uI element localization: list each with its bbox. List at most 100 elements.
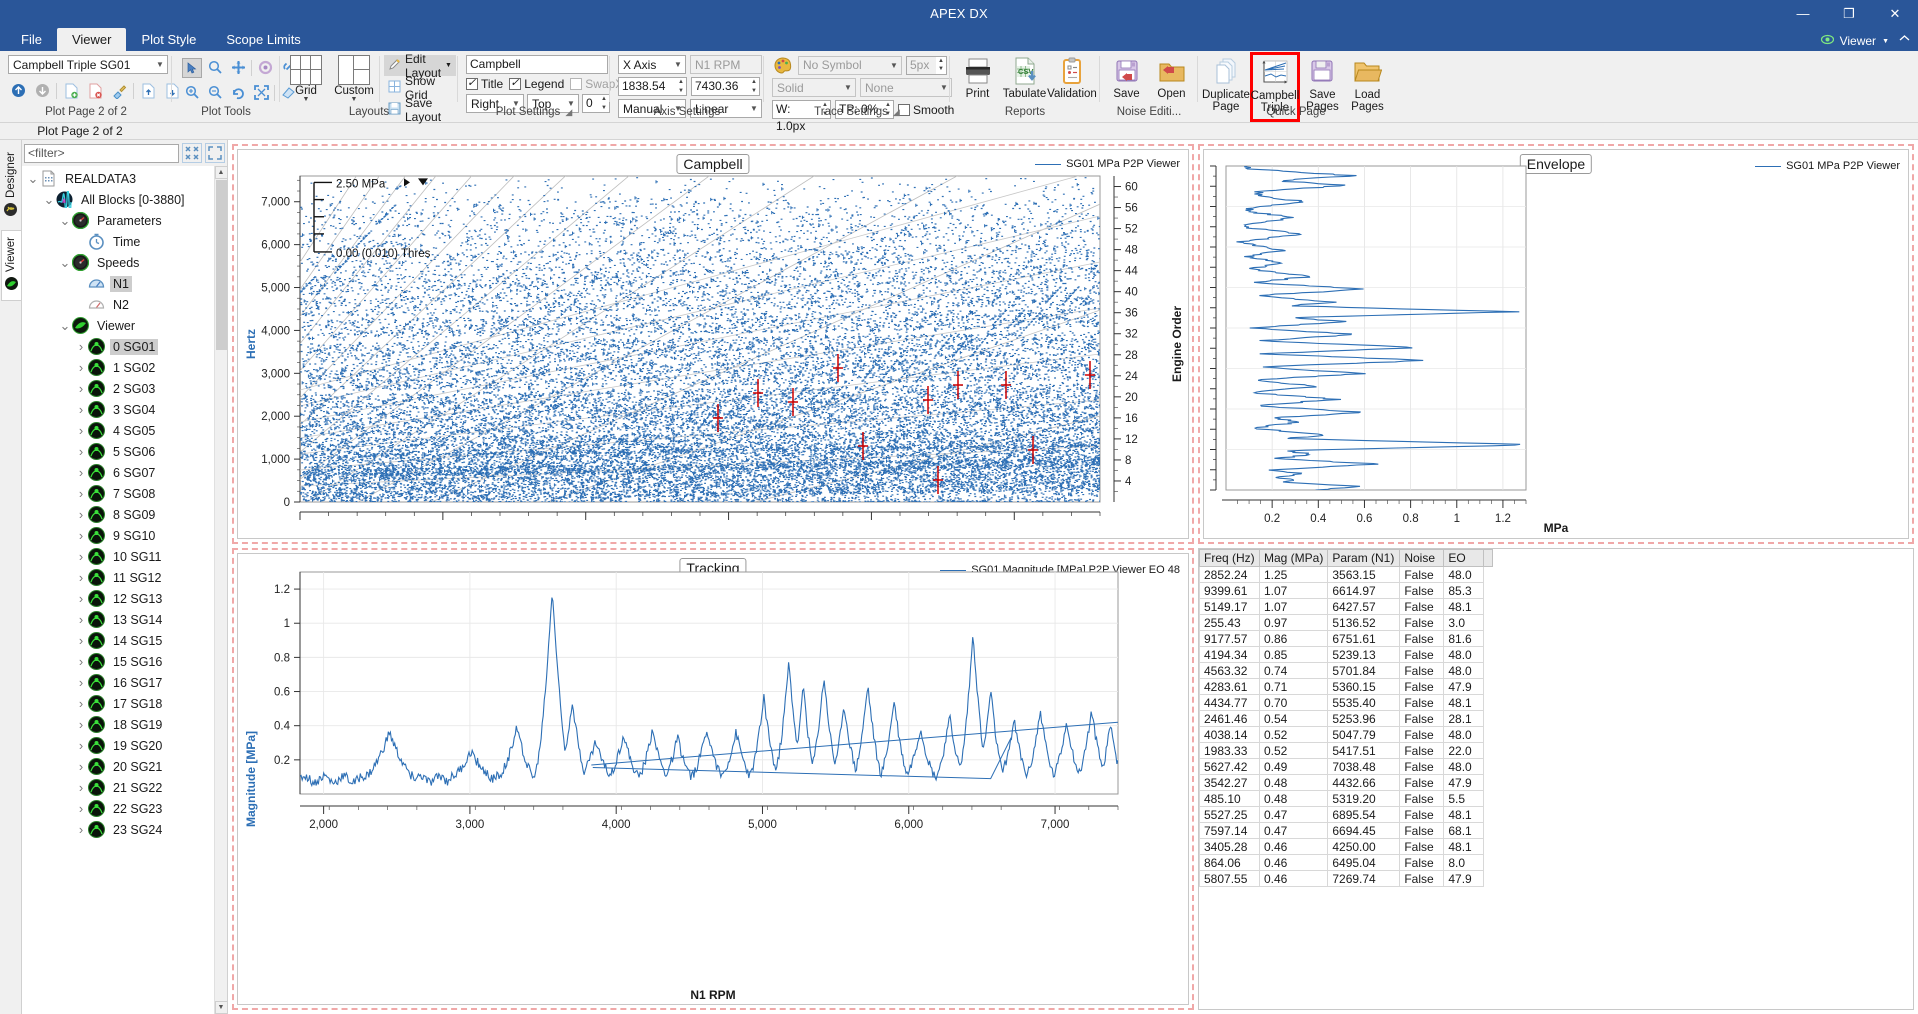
table-row[interactable]: 4434.77 0.70 5535.40 False 48.1	[1199, 694, 1493, 711]
chevron-right-icon[interactable]: ›	[74, 801, 88, 816]
zoom-in-icon[interactable]	[182, 83, 202, 103]
menu-tab-file[interactable]: File	[6, 28, 57, 51]
tree-item-all-blocks-0-3880[interactable]: ⌄ All Blocks [0-3880]	[22, 188, 214, 214]
tree-item-n1[interactable]: N1	[22, 273, 214, 294]
close-button[interactable]: ✕	[1872, 0, 1918, 27]
maximize-button[interactable]: ❐	[1826, 0, 1872, 27]
tree-item-18-sg19[interactable]: › 18 SG19	[22, 714, 214, 735]
peak-table[interactable]: Freq (Hz) Mag (MPa) Param (N1) Noise EO 2852.…	[1199, 549, 1494, 887]
chevron-down-icon[interactable]: ⌄	[58, 213, 72, 229]
chevron-right-icon[interactable]: ›	[74, 402, 88, 417]
chevron-down-icon[interactable]: ▼	[445, 62, 452, 69]
envelope-plot[interactable]: Envelope SG01 MPa P2P Viewer MPa 0.2 0.4 0…	[1203, 149, 1909, 539]
palette-icon[interactable]	[772, 55, 794, 75]
chevron-right-icon[interactable]: ›	[74, 612, 88, 627]
table-row[interactable]: 7597.14 0.47 6694.45 False 68.1	[1199, 822, 1493, 839]
table-row[interactable]: 2852.24 1.25 3563.15 False 48.0	[1199, 566, 1493, 583]
chevron-right-icon[interactable]: ›	[74, 780, 88, 795]
table-row[interactable]: 4283.61 0.71 5360.15 False 47.9	[1199, 678, 1493, 695]
chevron-right-icon[interactable]: ›	[74, 654, 88, 669]
tree-item-5-sg06[interactable]: › 5 SG06	[22, 441, 214, 462]
fill-combo[interactable]: None ▼	[860, 78, 952, 97]
tree-item-9-sg10[interactable]: › 9 SG10	[22, 525, 214, 546]
table-row[interactable]: 485.10 0.48 5319.20 False 5.5	[1199, 790, 1493, 807]
chevron-right-icon[interactable]: ›	[74, 696, 88, 711]
column-header-param-n1[interactable]: Param (N1)	[1327, 549, 1401, 567]
chevron-right-icon[interactable]: ›	[74, 465, 88, 480]
table-row[interactable]: 4038.14 0.52 5047.79 False 48.0	[1199, 726, 1493, 743]
chevron-right-icon[interactable]: ›	[74, 549, 88, 564]
import-page-icon[interactable]	[138, 81, 158, 101]
scroll-down-arrow[interactable]: ▼	[214, 1001, 227, 1014]
grid-layout-button[interactable]: Grid ▼	[284, 55, 328, 103]
column-header-mag-mpa[interactable]: Mag (MPa)	[1258, 549, 1329, 567]
table-row[interactable]: 255.43 0.97 5136.52 False 3.0	[1199, 614, 1493, 631]
envelope-panel-selection[interactable]: Envelope SG01 MPa P2P Viewer MPa 0.2 0.4 0…	[1198, 144, 1914, 544]
symbol-size-spinner[interactable]: ▲ ▼	[936, 55, 947, 75]
chevron-right-icon[interactable]: ›	[74, 486, 88, 501]
tree-item-7-sg08[interactable]: › 7 SG08	[22, 483, 214, 504]
chevron-right-icon[interactable]: ›	[74, 591, 88, 606]
move-page-up-icon[interactable]	[8, 81, 28, 101]
chevron-down-icon[interactable]: ⌄	[58, 318, 72, 334]
custom-layout-button[interactable]: Custom ▼	[332, 55, 376, 103]
table-row[interactable]: 5807.55 0.46 7269.74 False 47.9	[1199, 870, 1493, 887]
table-row[interactable]: 9177.57 0.86 6751.61 False 81.6	[1199, 630, 1493, 647]
chevron-right-icon[interactable]: ›	[74, 339, 88, 354]
plot-settings-gear-icon[interactable]	[255, 58, 275, 78]
table-row[interactable]: 864.06 0.46 6495.04 False 8.0	[1199, 854, 1493, 871]
collapse-all-icon[interactable]	[182, 143, 202, 163]
delete-page-icon[interactable]	[85, 81, 105, 101]
column-header-freq-hz[interactable]: Freq (Hz)	[1199, 549, 1260, 567]
tree-item-1-sg02[interactable]: › 1 SG02	[22, 357, 214, 378]
plot-page-combo[interactable]: Campbell Triple SG01 ▼	[8, 55, 168, 74]
symbol-size-input[interactable]: 5px	[906, 55, 936, 75]
scroll-thumb[interactable]	[215, 180, 227, 350]
chevron-right-icon[interactable]: ›	[74, 423, 88, 438]
plot-title-input[interactable]: Campbell	[466, 55, 608, 74]
chevron-right-icon[interactable]: ›	[74, 633, 88, 648]
legend-checkbox[interactable]: Legend	[509, 76, 564, 91]
viewer-mode-label[interactable]: Viewer	[1840, 34, 1876, 48]
campbell-plot[interactable]: Campbell SG01 MPa P2P Viewer Hertz Engin…	[237, 149, 1189, 539]
clear-pages-icon[interactable]	[109, 81, 129, 101]
tree-item-n2[interactable]: N2	[22, 294, 214, 315]
tree-item-17-sg18[interactable]: › 17 SG18	[22, 693, 214, 714]
column-header-noise[interactable]: Noise	[1399, 549, 1445, 567]
title-checkbox[interactable]: Title	[466, 76, 503, 91]
dock-tab-designer[interactable]: Designer	[1, 146, 21, 226]
table-row[interactable]: 2461.46 0.54 5253.96 False 28.1	[1199, 710, 1493, 727]
chevron-right-icon[interactable]: ›	[74, 822, 88, 837]
chevron-down-icon[interactable]: ⌄	[26, 171, 40, 187]
tree-item-8-sg09[interactable]: › 8 SG09	[22, 504, 214, 525]
dock-tab-viewer[interactable]: Viewer	[0, 230, 21, 301]
new-page-icon[interactable]	[61, 81, 81, 101]
chevron-right-icon[interactable]: ›	[74, 507, 88, 522]
axis-max-input[interactable]: 7430.36	[691, 77, 749, 96]
tree-item-12-sg13[interactable]: › 12 SG13	[22, 588, 214, 609]
table-row[interactable]: 5627.42 0.49 7038.48 False 48.0	[1199, 758, 1493, 775]
reset-rotate-icon[interactable]	[228, 83, 248, 103]
chevron-right-icon[interactable]: ›	[74, 570, 88, 585]
tree-item-21-sg22[interactable]: › 21 SG22	[22, 777, 214, 798]
tracking-panel-selection[interactable]: Tracking SG01 Magnitude [MPa] P2P Viewer…	[232, 548, 1194, 1010]
table-row[interactable]: 4194.34 0.85 5239.13 False 48.0	[1199, 646, 1493, 663]
axis-min-input[interactable]: 1838.54	[618, 77, 676, 96]
tree-item-parameters[interactable]: ⌄ Parameters	[22, 210, 214, 231]
table-row[interactable]: 1983.33 0.52 5417.51 False 22.0	[1199, 742, 1493, 759]
expand-all-icon[interactable]	[205, 143, 225, 163]
tree-item-19-sg20[interactable]: › 19 SG20	[22, 735, 214, 756]
tree-scrollbar[interactable]: ▲ ▼	[214, 166, 227, 1014]
tree-item-11-sg12[interactable]: › 11 SG12	[22, 567, 214, 588]
tree-item-15-sg16[interactable]: › 15 SG16	[22, 651, 214, 672]
line-style-combo[interactable]: Solid ▼	[772, 78, 856, 97]
chevron-right-icon[interactable]: ›	[74, 759, 88, 774]
chevron-right-icon[interactable]: ›	[74, 738, 88, 753]
tree-item-10-sg11[interactable]: › 10 SG11	[22, 546, 214, 567]
tree-item-20-sg21[interactable]: › 20 SG21	[22, 756, 214, 777]
table-row[interactable]: 5527.25 0.47 6895.54 False 48.1	[1199, 806, 1493, 823]
tree-item-6-sg07[interactable]: › 6 SG07	[22, 462, 214, 483]
table-row[interactable]: 5149.17 1.07 6427.57 False 48.1	[1199, 598, 1493, 615]
tracking-plot[interactable]: Tracking SG01 Magnitude [MPa] P2P Viewer…	[237, 553, 1189, 1005]
tree-item-speeds[interactable]: ⌄ Speeds	[22, 252, 214, 273]
